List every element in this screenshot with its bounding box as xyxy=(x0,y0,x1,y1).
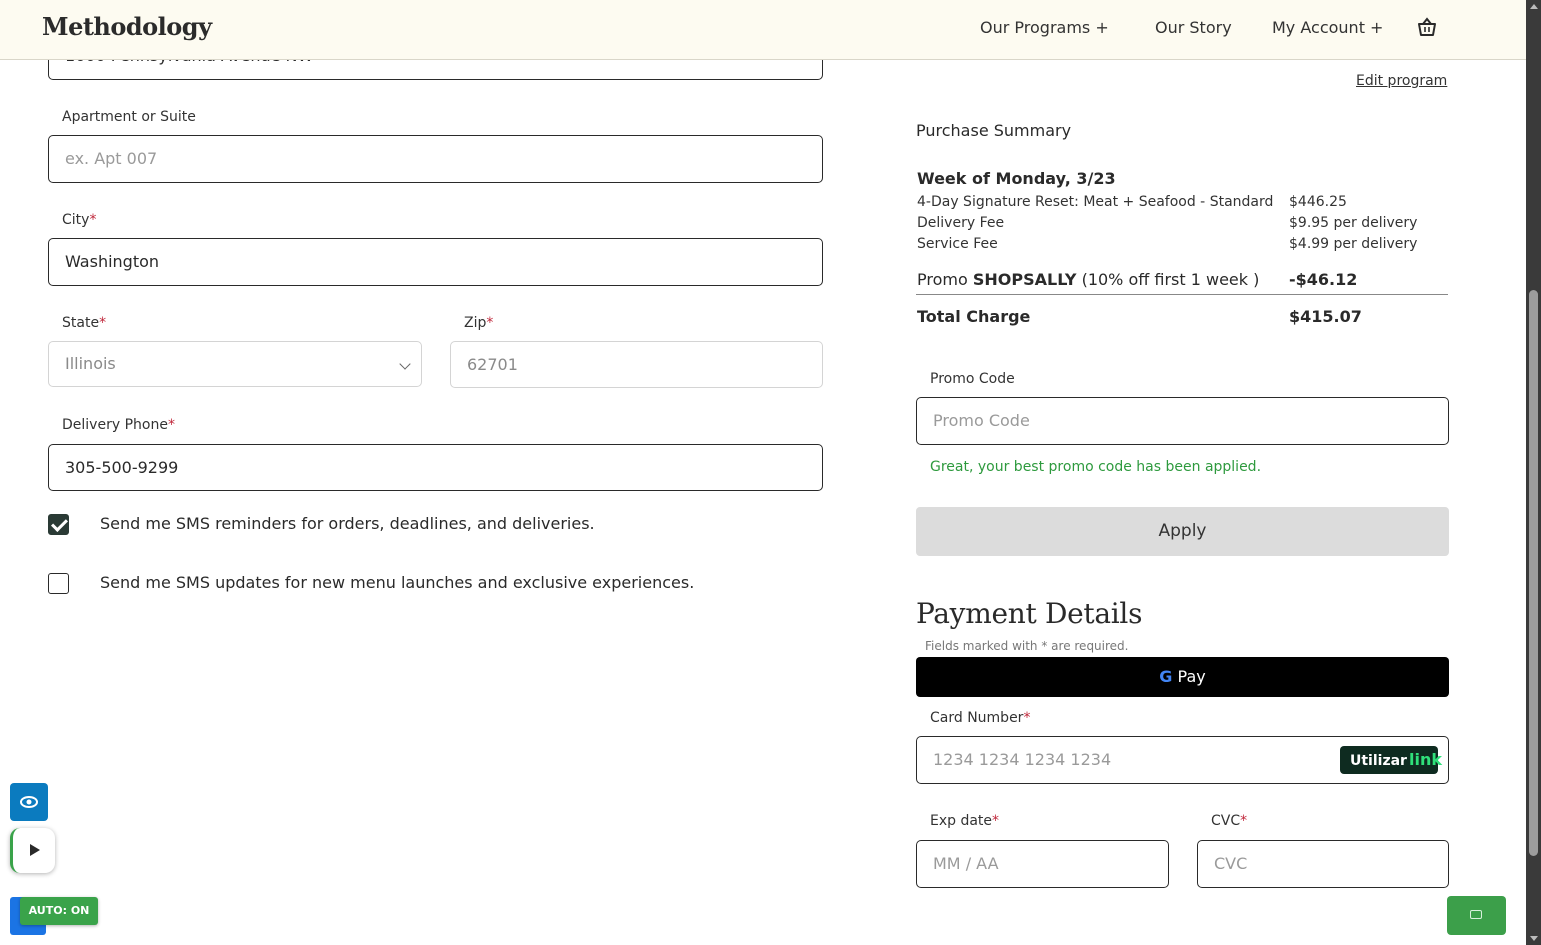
chat-widget-button[interactable] xyxy=(1447,896,1506,935)
service-fee-label: Service Fee xyxy=(917,236,998,252)
line-item-label: 4-Day Signature Reset: Meat + Seafood - … xyxy=(917,194,1274,210)
site-logo[interactable]: Methodology xyxy=(42,12,212,41)
page-scrollbar[interactable] xyxy=(1526,0,1541,945)
zip-label: Zip* xyxy=(464,315,494,331)
state-label: State* xyxy=(62,315,107,331)
nav-our-story[interactable]: Our Story xyxy=(1155,18,1232,37)
phone-input[interactable]: 305-500-9299 xyxy=(48,444,823,491)
service-fee-value: $4.99 per delivery xyxy=(1289,236,1418,252)
edit-program-link[interactable]: Edit program xyxy=(1356,73,1447,89)
promo-code-input[interactable]: Promo Code xyxy=(916,397,1449,445)
payment-details-title: Payment Details xyxy=(916,597,1143,630)
chevron-down-icon xyxy=(399,358,411,370)
google-pay-button[interactable]: G Pay xyxy=(916,657,1449,697)
required-fields-note: Fields marked with * are required. xyxy=(925,639,1129,653)
promo-discount-value: -$46.12 xyxy=(1289,270,1358,289)
phone-label: Delivery Phone* xyxy=(62,417,175,433)
scroll-thumb[interactable] xyxy=(1529,290,1538,856)
nav-our-programs[interactable]: Our Programs + xyxy=(980,18,1109,37)
stripe-link-button[interactable]: Utilizar link xyxy=(1340,746,1442,774)
purchase-summary-title: Purchase Summary xyxy=(916,121,1072,140)
promo-success-message: Great, your best promo code has been app… xyxy=(930,459,1262,475)
state-value: Illinois xyxy=(65,354,116,373)
cvc-label: CVC* xyxy=(1211,813,1248,829)
cvc-input[interactable]: CVC xyxy=(1197,840,1449,888)
promo-code-label: Promo Code xyxy=(930,371,1015,387)
apartment-input[interactable]: ex. Apt 007 xyxy=(48,135,823,183)
exp-date-input[interactable]: MM / AA xyxy=(916,840,1169,888)
scroll-down-arrow[interactable] xyxy=(1530,936,1538,941)
delivery-fee-label: Delivery Fee xyxy=(917,215,1005,231)
chat-icon xyxy=(1470,910,1482,919)
scroll-up-arrow[interactable] xyxy=(1530,4,1538,9)
total-charge-value: $415.07 xyxy=(1289,307,1362,326)
apply-button[interactable]: Apply xyxy=(916,507,1449,556)
nav-my-account[interactable]: My Account + xyxy=(1272,18,1383,37)
sms-updates-checkbox[interactable] xyxy=(48,573,69,594)
basket-icon[interactable] xyxy=(1416,16,1438,38)
play-widget-button[interactable] xyxy=(10,828,55,873)
total-charge-label: Total Charge xyxy=(917,307,1031,326)
eye-widget-button[interactable] xyxy=(10,783,48,821)
sms-updates-label: Send me SMS updates for new menu launche… xyxy=(100,573,695,592)
exp-date-label: Exp date* xyxy=(930,813,1000,829)
sms-reminders-checkbox[interactable] xyxy=(48,514,69,535)
city-label: City* xyxy=(62,212,97,228)
promo-applied-label: Promo SHOPSALLY (10% off first 1 week ) xyxy=(917,270,1260,289)
apartment-label: Apartment or Suite xyxy=(62,109,196,125)
week-heading: Week of Monday, 3/23 xyxy=(917,169,1116,188)
summary-divider xyxy=(916,294,1448,295)
zip-input[interactable]: 62701 xyxy=(450,341,823,388)
line-item-value: $446.25 xyxy=(1289,194,1347,210)
site-header: Methodology Our Programs + Our Story My … xyxy=(0,0,1526,60)
eye-icon xyxy=(20,796,38,808)
google-g-icon: G xyxy=(1159,667,1173,686)
city-input[interactable]: Washington xyxy=(48,238,823,286)
sms-reminders-label: Send me SMS reminders for orders, deadli… xyxy=(100,514,595,533)
card-number-label: Card Number* xyxy=(930,710,1031,726)
state-select[interactable]: Illinois xyxy=(48,341,422,387)
delivery-fee-value: $9.95 per delivery xyxy=(1289,215,1418,231)
auto-toggle-button[interactable]: AUTO: ON xyxy=(20,897,98,925)
